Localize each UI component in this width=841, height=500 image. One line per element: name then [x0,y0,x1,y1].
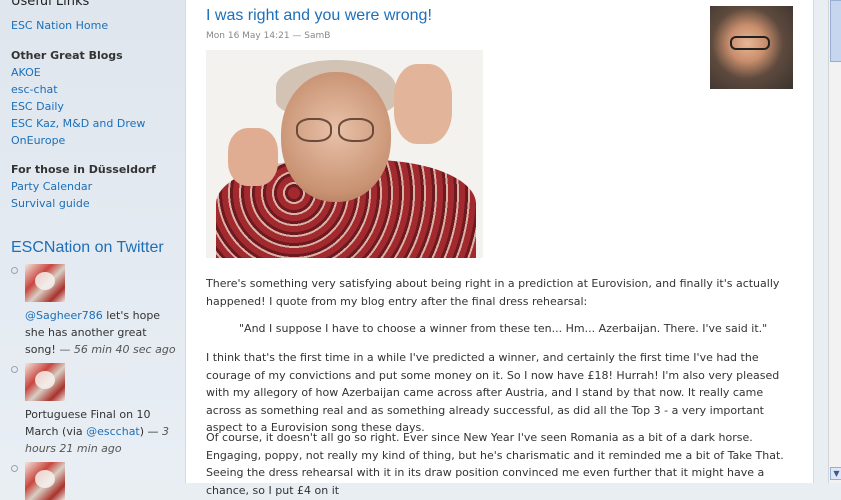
post-meta: Mon 16 May 14:21 — SamB [206,31,331,41]
sidebar: Useful Links ESC Nation Home Other Great… [0,0,185,500]
tweet-mention-link[interactable]: @Sagheer786 [25,309,103,322]
tweet-2-via-suffix: ) — [139,425,159,438]
twitter-heading[interactable]: ESCNation on Twitter [11,239,164,257]
tweet-1-time: — 56 min 40 sec ago [59,343,176,356]
post-paragraph-2: I think that's the first time in a while… [206,351,780,434]
tweet-avatar[interactable] [25,462,65,500]
post-title[interactable]: I was right and you were wrong! [206,7,432,25]
tweet-1-line1-rest: let's hope [102,309,161,322]
link-esc-kaz[interactable]: ESC Kaz, M&D and Drew [11,117,145,130]
tweet-bullet-icon [11,465,18,472]
link-survival-guide[interactable]: Survival guide [11,197,90,210]
link-esc-nation-home[interactable]: ESC Nation Home [11,19,108,32]
post-image [206,50,483,258]
main-content: I was right and you were wrong! Mon 16 M… [185,0,814,497]
image-hand-right [394,64,452,144]
other-blogs-heading: Other Great Blogs [11,49,123,62]
link-party-calendar[interactable]: Party Calendar [11,180,92,193]
tweet-1-line2: she has another great [25,326,147,339]
image-glasses-right [338,118,374,142]
scroll-down-arrow-icon[interactable]: ▼ [830,467,841,480]
link-akoe[interactable]: AKOE [11,66,41,79]
tweet-avatar[interactable] [25,363,65,401]
tweet-2-via-link[interactable]: @escchat [86,425,140,438]
link-esc-daily[interactable]: ESC Daily [11,100,64,113]
useful-links-heading: Useful Links [11,0,90,9]
tweet-2-time-a: 3 [162,425,170,438]
author-glasses-shape [730,36,770,50]
author-avatar [710,6,793,89]
tweet-2-via-prefix: March (via [25,425,87,438]
tweet-bullet-icon [11,366,18,373]
image-glasses-left [296,118,332,142]
post-paragraph-3: Of course, it doesn't all go so right. E… [206,431,784,497]
post-quote: "And I suppose I have to choose a winner… [239,322,768,335]
scrollbar-thumb[interactable] [830,0,841,62]
tweet-2-time-b: hours 21 min ago [25,442,122,455]
dusseldorf-heading: For those in Düsseldorf [11,163,156,176]
tweet-bullet-icon [11,267,18,274]
image-hand-left [228,128,278,186]
tweet-1-tail: song! [25,343,56,356]
tweet-2-line1: Portuguese Final on 10 [25,408,151,421]
link-oneurope[interactable]: OnEurope [11,134,65,147]
page-scrollbar[interactable]: ▼ [828,0,841,483]
tweet-1: @Sagheer786 let's hope she has another g… [25,307,185,358]
post-paragraph-1: There's something very satisfying about … [206,277,780,308]
link-esc-chat[interactable]: esc-chat [11,83,58,96]
tweet-2: Portuguese Final on 10 March (via @escch… [25,406,185,457]
tweet-avatar[interactable] [25,264,65,302]
